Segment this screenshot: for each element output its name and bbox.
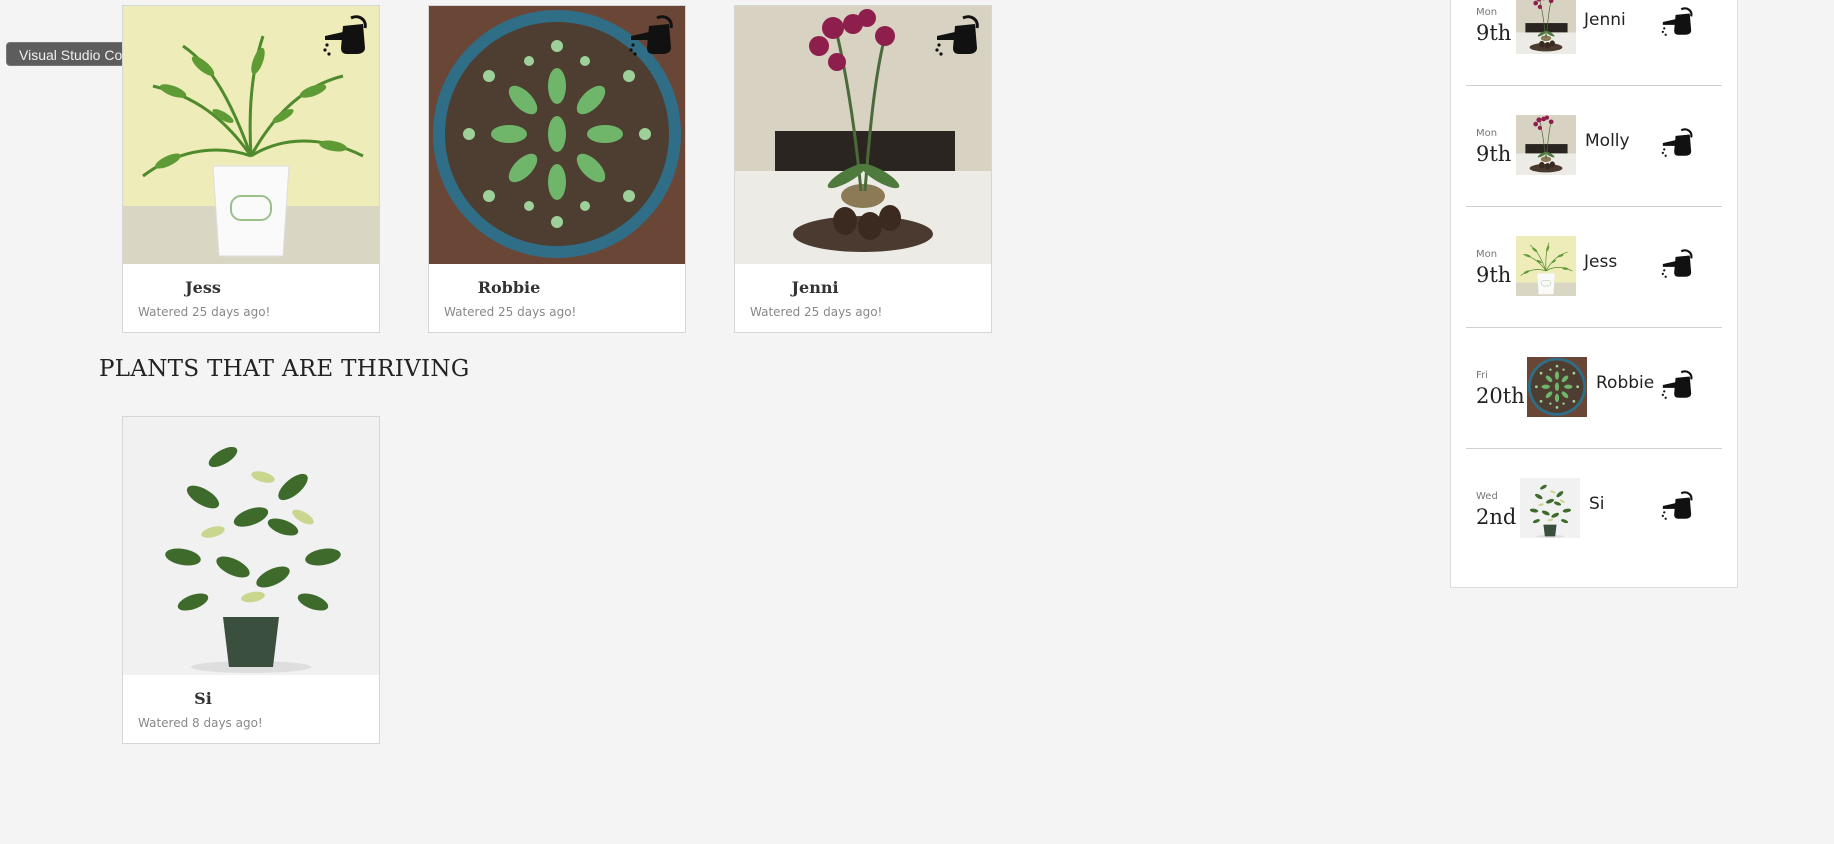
schedule-day-of-week: Wed	[1476, 491, 1498, 502]
schedule-item[interactable]: Wed 2nd Si	[1466, 449, 1722, 570]
plant-photo	[123, 417, 379, 675]
plant-thumbnail	[1516, 0, 1576, 54]
watering-can-icon[interactable]	[1660, 368, 1694, 402]
schedule-day-of-week: Mon	[1476, 249, 1498, 260]
plant-thumbnail	[1516, 115, 1576, 175]
schedule-plant-name: Molly	[1585, 131, 1630, 151]
watering-can-icon[interactable]	[1660, 247, 1694, 281]
schedule-day-of-week: Mon	[1476, 7, 1498, 18]
plant-card-jenni[interactable]: Jenni Watered 25 days ago!	[734, 5, 992, 333]
watering-can-icon[interactable]	[321, 14, 369, 58]
schedule-plant-name: Jess	[1584, 252, 1618, 272]
schedule-day: 2nd	[1476, 505, 1517, 529]
schedule-day-of-week: Mon	[1476, 128, 1498, 139]
plant-card-si[interactable]: Si Watered 8 days ago!	[122, 416, 380, 744]
schedule-day: 9th	[1476, 21, 1512, 45]
schedule-plant-name: Robbie	[1596, 373, 1655, 393]
schedule-day: 9th	[1476, 142, 1512, 166]
plant-name: Si	[194, 689, 212, 708]
schedule-plant-name: Si	[1589, 494, 1605, 514]
watering-schedule: Mon 9th Jenni Mon 9th Molly Mon 9th Jess	[1450, 0, 1738, 588]
thriving-heading: PLANTS THAT ARE THRIVING	[99, 356, 470, 382]
watering-can-icon[interactable]	[627, 14, 675, 58]
schedule-day: 9th	[1476, 263, 1512, 287]
watering-can-icon[interactable]	[1660, 489, 1694, 523]
schedule-item[interactable]: Mon 9th Jess	[1466, 207, 1722, 328]
plant-card-robbie[interactable]: Robbie Watered 25 days ago!	[428, 5, 686, 333]
watered-status: Watered 25 days ago!	[444, 305, 577, 319]
plant-name: Robbie	[477, 278, 541, 297]
schedule-day: 20th	[1476, 384, 1525, 408]
watered-status: Watered 8 days ago!	[138, 716, 263, 730]
watered-status: Watered 25 days ago!	[138, 305, 271, 319]
plant-name: Jenni	[791, 278, 839, 297]
watering-can-icon[interactable]	[1660, 126, 1694, 160]
watering-can-icon[interactable]	[1660, 5, 1694, 39]
plant-thumbnail	[1520, 478, 1580, 538]
plant-thumbnail	[1527, 357, 1587, 417]
schedule-plant-name: Jenni	[1584, 10, 1626, 30]
plant-thumbnail	[1516, 236, 1576, 296]
plant-card-jess[interactable]: Jess Watered 25 days ago!	[122, 5, 380, 333]
plant-name: Jess	[185, 278, 221, 297]
schedule-item[interactable]: Mon 9th Molly	[1466, 86, 1722, 207]
schedule-day-of-week: Fri	[1476, 370, 1488, 381]
schedule-item[interactable]: Mon 9th Jenni	[1466, 0, 1722, 86]
schedule-item[interactable]: Fri 20th Robbie	[1466, 328, 1722, 449]
watered-status: Watered 25 days ago!	[750, 305, 883, 319]
watering-can-icon[interactable]	[933, 14, 981, 58]
